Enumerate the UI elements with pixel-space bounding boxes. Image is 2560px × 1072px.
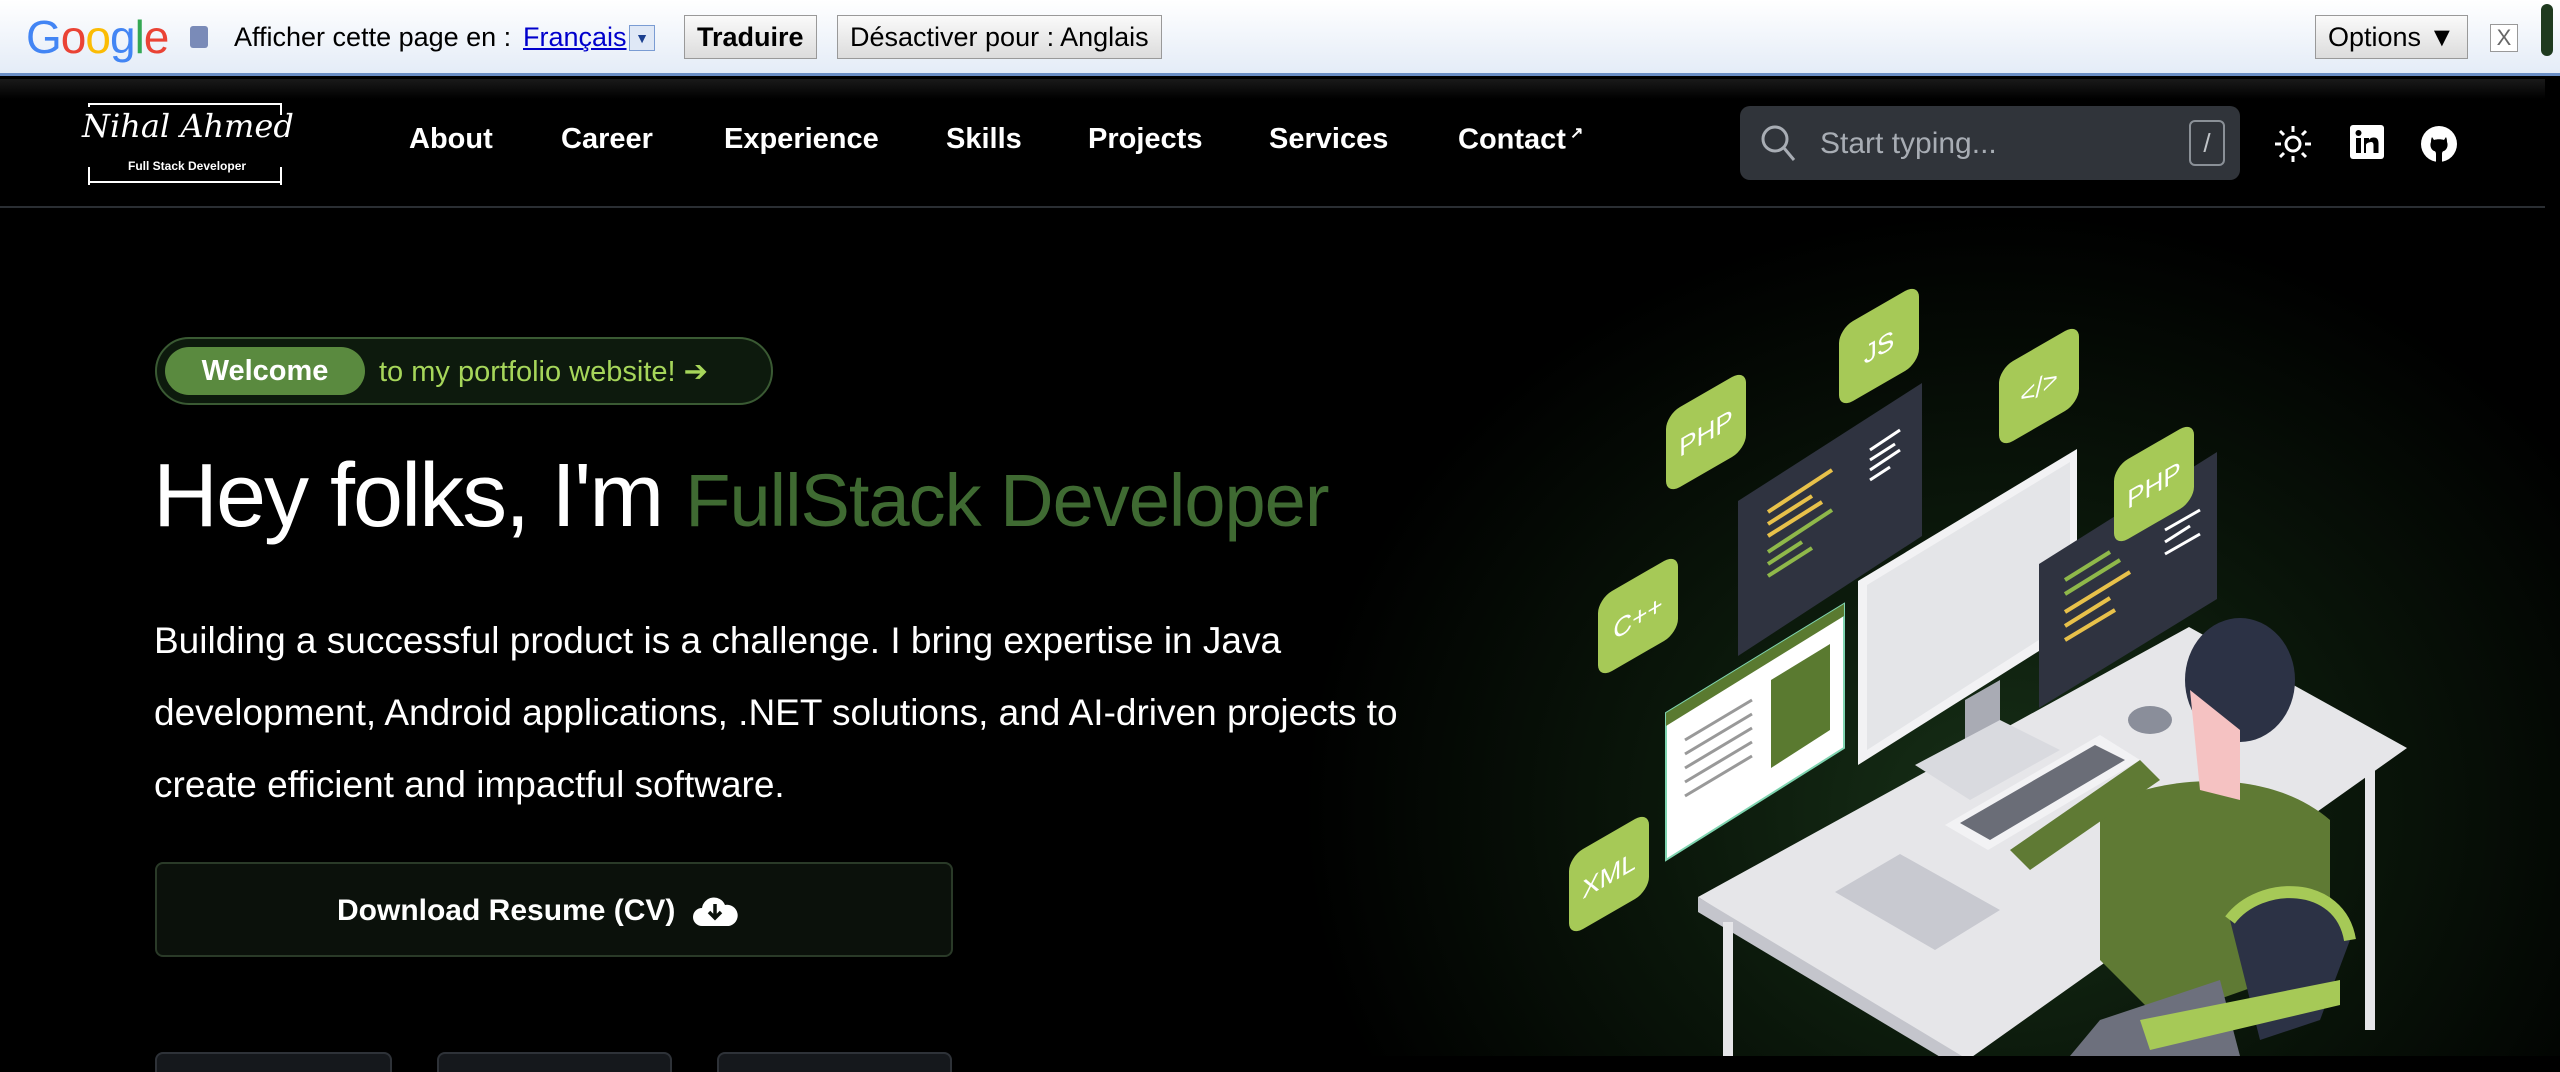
- hero-section: Welcome to my portfolio website! ➔ Hey f…: [0, 210, 2560, 1072]
- welcome-badge: Welcome to my portfolio website! ➔: [155, 337, 773, 405]
- logo-subtitle: Full Stack Developer: [128, 159, 247, 173]
- secondary-button[interactable]: [155, 1052, 392, 1072]
- lock-icon: [190, 26, 208, 48]
- heading-text: Hey folks, I'm: [153, 446, 664, 546]
- secondary-button[interactable]: [717, 1052, 952, 1072]
- welcome-label: Welcome: [165, 347, 365, 395]
- mouse: [2128, 706, 2172, 734]
- hero-heading: Hey folks, I'm FullStack Developer: [153, 445, 1329, 548]
- nav-skills[interactable]: Skills: [946, 123, 1022, 156]
- search-icon: [1761, 125, 1796, 161]
- github-icon[interactable]: [2420, 125, 2458, 163]
- nav-contact[interactable]: Contact ↗: [1458, 123, 1583, 157]
- welcome-text: to my portfolio website! ➔: [379, 356, 708, 388]
- tile-js: JS: [1839, 288, 1919, 404]
- google-logo: Google: [26, 11, 169, 63]
- tile-php: PHP: [1666, 374, 1746, 490]
- heading-accent: FullStack Developer: [685, 459, 1329, 542]
- language-dropdown-icon[interactable]: ▼: [629, 25, 655, 51]
- nav-contact-label: Contact: [1458, 123, 1566, 156]
- tile-code: </>: [1999, 328, 2079, 444]
- nav-services[interactable]: Services: [1269, 123, 1388, 156]
- sun-icon theme-toggle[interactable]: [2274, 125, 2312, 163]
- developer-illustration: JS PHP </> PHP C++ XML: [1569, 288, 2407, 1056]
- options-button[interactable]: Options ▼: [2315, 15, 2469, 59]
- linkedin-icon[interactable]: [2350, 125, 2384, 159]
- nav-about[interactable]: About: [409, 123, 493, 156]
- download-resume-button[interactable]: Download Resume (CV): [155, 862, 953, 957]
- search-input[interactable]: Start typing... /: [1740, 106, 2240, 180]
- logo-name: Nihal Ahmed: [80, 107, 296, 145]
- scrollbar[interactable]: [2541, 4, 2553, 56]
- cloud-download-icon: [693, 897, 738, 926]
- secondary-button[interactable]: [437, 1052, 672, 1072]
- disable-translate-button[interactable]: Désactiver pour : Anglais: [837, 15, 1162, 59]
- close-icon[interactable]: X: [2490, 24, 2518, 52]
- nav-projects[interactable]: Projects: [1088, 123, 1202, 156]
- tile-xml: XML: [1569, 816, 1649, 932]
- hero-description: Building a successful product is a chall…: [154, 620, 1398, 805]
- translate-prompt: Afficher cette page en :: [234, 22, 512, 52]
- nav-career[interactable]: Career: [561, 123, 653, 156]
- translate-bar: Google Afficher cette page en : Français…: [0, 0, 2560, 76]
- navbar: Nihal Ahmed Full Stack Developer About C…: [0, 79, 2545, 208]
- nav-experience[interactable]: Experience: [724, 123, 879, 156]
- tile-cpp: C++: [1598, 558, 1678, 674]
- search-shortcut-key: /: [2189, 120, 2225, 166]
- translate-button[interactable]: Traduire: [684, 15, 817, 59]
- download-resume-label: Download Resume (CV): [337, 894, 676, 927]
- search-placeholder: Start typing...: [1820, 127, 1997, 160]
- language-link[interactable]: Français: [523, 22, 627, 53]
- external-link-icon: ↗: [1569, 125, 1584, 142]
- logo[interactable]: Nihal Ahmed Full Stack Developer: [80, 103, 296, 185]
